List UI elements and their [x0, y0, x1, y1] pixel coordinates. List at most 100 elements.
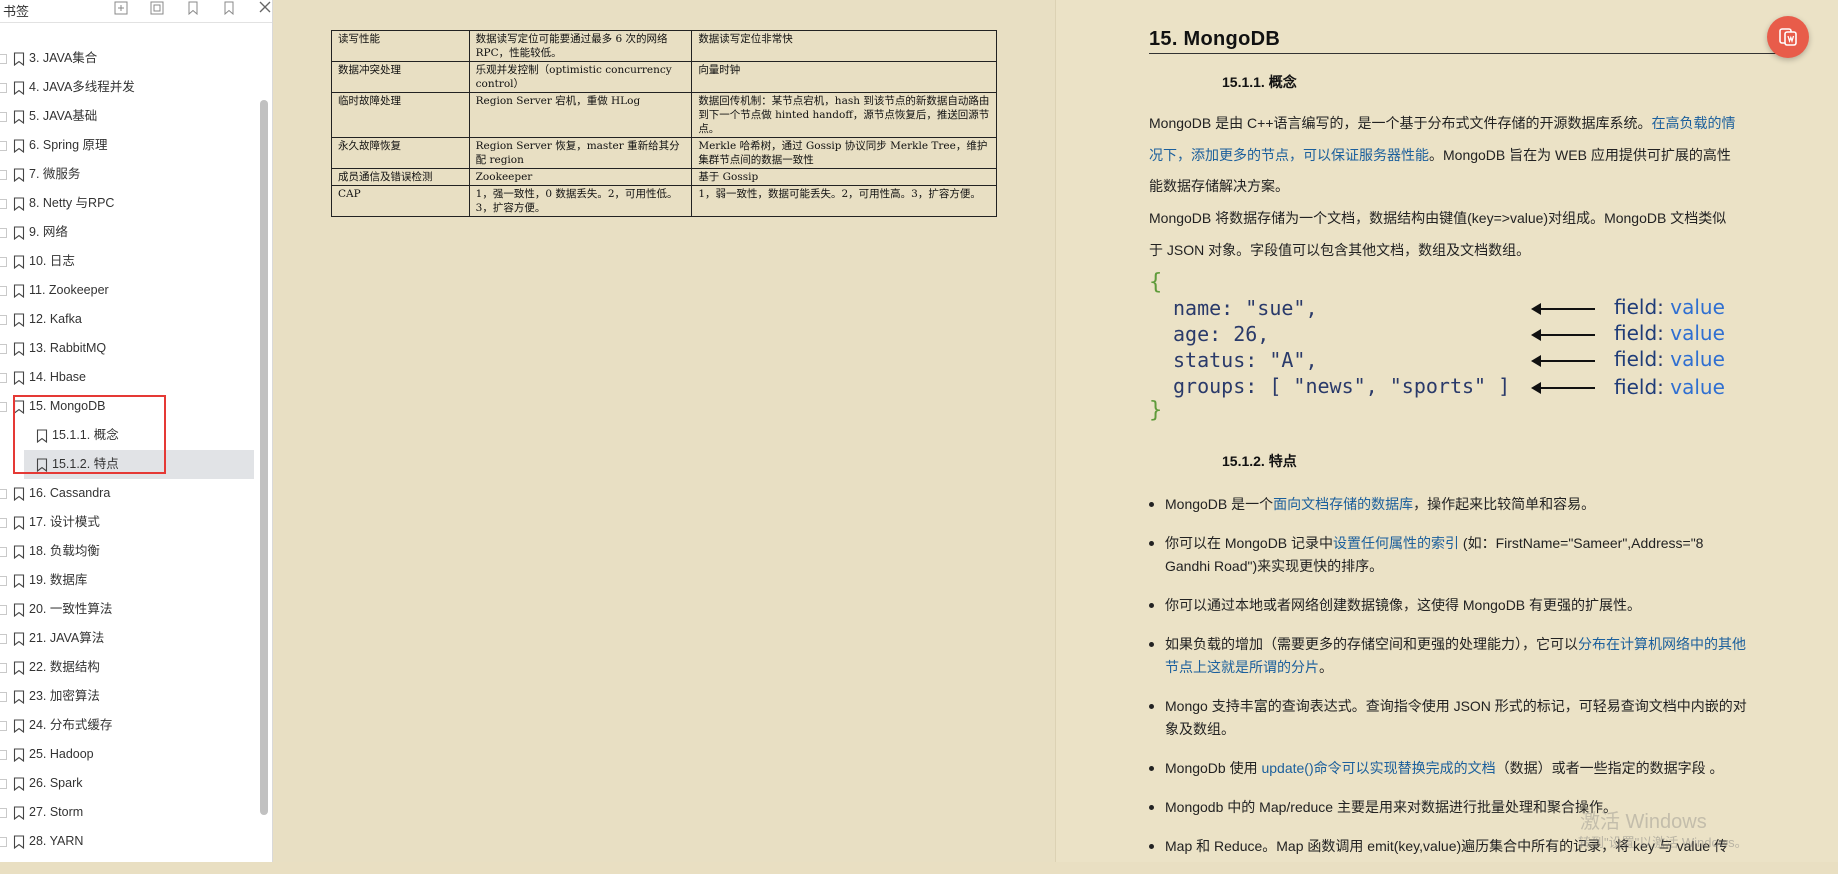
bookmark-item[interactable]: 18. 负载均衡 — [0, 537, 258, 566]
expand-toggle-icon[interactable] — [0, 169, 7, 180]
expand-toggle-icon[interactable] — [0, 372, 7, 383]
expand-toggle-icon[interactable] — [0, 836, 7, 847]
feature-link[interactable]: 设置任何属性的索引 — [1333, 535, 1459, 551]
bookmark-label: 13. RabbitMQ — [29, 341, 107, 355]
bookmark-item[interactable]: 3. JAVA集合 — [0, 44, 258, 73]
bookmark-item[interactable]: 9. 网络 — [0, 218, 258, 247]
bookmark-item[interactable]: 4. JAVA多线程并发 — [0, 73, 258, 102]
feature-link[interactable]: update()命令可以实现替换完成的文档 — [1261, 760, 1495, 776]
bookmark-item[interactable]: 10. 日志 — [0, 247, 258, 276]
bookmark-item[interactable]: 28. YARN — [0, 827, 258, 856]
bookmark-item-row[interactable]: 23. 加密算法 — [0, 682, 258, 711]
bookmark-item[interactable]: 14. Hbase — [0, 363, 258, 392]
bookmark-item[interactable]: 23. 加密算法 — [0, 682, 258, 711]
bookmark-item-row[interactable]: 15. MongoDB — [0, 392, 258, 421]
bookmark-item-row[interactable]: 27. Storm — [0, 798, 258, 827]
expand-toggle-icon[interactable] — [0, 227, 7, 238]
expand-toggle-icon[interactable] — [0, 401, 7, 412]
bookmark-item-row[interactable]: 14. Hbase — [0, 363, 258, 392]
bookmark-item-row[interactable]: 19. 数据库 — [0, 566, 258, 595]
expand-toggle-icon[interactable] — [0, 720, 7, 731]
expand-toggle-icon[interactable] — [0, 604, 7, 615]
bookmark-item-row[interactable]: 3. JAVA集合 — [0, 44, 258, 73]
translate-button[interactable] — [1767, 16, 1809, 58]
bookmark-item[interactable]: 26. Spark — [0, 769, 258, 798]
bookmark-item[interactable]: 6. Spring 原理 — [0, 131, 258, 160]
bookmark-item[interactable]: 11. Zookeeper — [0, 276, 258, 305]
bookmark-item-row[interactable]: 10. 日志 — [0, 247, 258, 276]
close-icon[interactable] — [252, 0, 272, 18]
expand-toggle-icon[interactable] — [0, 749, 7, 760]
bookmark-item[interactable]: 22. 数据结构 — [0, 653, 258, 682]
bookmark-item[interactable]: 19. 数据库 — [0, 566, 258, 595]
bookmark-item[interactable]: 20. 一致性算法 — [0, 595, 258, 624]
expand-toggle-icon[interactable] — [0, 343, 7, 354]
expand-toggle-icon[interactable] — [0, 575, 7, 586]
expand-toggle-icon[interactable] — [0, 517, 7, 528]
expand-toggle-icon[interactable] — [0, 691, 7, 702]
bookmark-item-row[interactable]: 28. YARN — [0, 827, 258, 856]
bookmark-item[interactable]: 25. Hadoop — [0, 740, 258, 769]
field-value-label: field: value — [1614, 375, 1725, 399]
bookmark-item[interactable]: 8. Netty 与RPC — [0, 189, 258, 218]
bookmark-item-row[interactable]: 16. Cassandra — [0, 479, 258, 508]
bookmark-label: 14. Hbase — [29, 370, 86, 384]
add-bookmark-icon[interactable] — [180, 0, 206, 18]
field-word: field — [1614, 295, 1658, 319]
bookmark-item[interactable]: 16. Cassandra — [0, 479, 258, 508]
feature-link[interactable]: 面向文档存储的数据库 — [1273, 496, 1413, 512]
bookmark-item[interactable]: 5. JAVA基础 — [0, 102, 258, 131]
bookmark-item-row[interactable]: 15.1.2. 特点 — [24, 450, 254, 479]
expand-toggle-icon[interactable] — [0, 53, 7, 64]
bookmark-item-row[interactable]: 9. 网络 — [0, 218, 258, 247]
bookmark-item-row[interactable]: 18. 负载均衡 — [0, 537, 258, 566]
bookmark-item-row[interactable]: 20. 一致性算法 — [0, 595, 258, 624]
bookmark-item-row[interactable]: 21. JAVA算法 — [0, 624, 258, 653]
bookmark-item-row[interactable]: 11. Zookeeper — [0, 276, 258, 305]
expand-toggle-icon[interactable] — [0, 256, 7, 267]
expand-toggle-icon[interactable] — [0, 546, 7, 557]
bookmark-item[interactable]: 15.1.1. 概念 — [0, 421, 258, 450]
sidebar-scrollbar-thumb[interactable] — [260, 100, 268, 815]
bookmark-item[interactable]: 12. Kafka — [0, 305, 258, 334]
expand-toggle-icon[interactable] — [0, 314, 7, 325]
bookmark-item-row[interactable]: 15.1.1. 概念 — [24, 421, 254, 450]
bookmark-item-row[interactable]: 12. Kafka — [0, 305, 258, 334]
bookmark-item-row[interactable]: 13. RabbitMQ — [0, 334, 258, 363]
field-word: field — [1614, 347, 1658, 371]
bookmark-item-row[interactable]: 4. JAVA多线程并发 — [0, 73, 258, 102]
bookmark-item-row[interactable]: 8. Netty 与RPC — [0, 189, 258, 218]
expand-toggle-icon[interactable] — [0, 662, 7, 673]
bookmark-item[interactable]: 24. 分布式缓存 — [0, 711, 258, 740]
bookmark-item-row[interactable]: 25. Hadoop — [0, 740, 258, 769]
bookmark-item[interactable]: 21. JAVA算法 — [0, 624, 258, 653]
bookmark-options-icon[interactable] — [216, 0, 242, 18]
expand-toggle-icon[interactable] — [0, 285, 7, 296]
expand-toggle-icon[interactable] — [0, 198, 7, 209]
expand-toggle-icon[interactable] — [0, 633, 7, 644]
bookmark-item[interactable]: 15.1.2. 特点 — [0, 450, 258, 479]
sidebar-scrollbar[interactable] — [260, 100, 268, 815]
bookmark-item-row[interactable]: 22. 数据结构 — [0, 653, 258, 682]
bookmark-item[interactable]: 15. MongoDB — [0, 392, 258, 421]
bookmark-item-row[interactable]: 26. Spark — [0, 769, 258, 798]
expand-toggle-icon[interactable] — [0, 140, 7, 151]
bookmark-item-row[interactable]: 24. 分布式缓存 — [0, 711, 258, 740]
bookmark-item[interactable]: 13. RabbitMQ — [0, 334, 258, 363]
table-row: 读写性能 数据读写定位可能要通过最多 6 次的网络 RPC，性能较低。 数据读写定位… — [331, 30, 997, 62]
expand-toggle-icon[interactable] — [0, 82, 7, 93]
expand-toggle-icon[interactable] — [0, 807, 7, 818]
bookmark-item[interactable]: 7. 微服务 — [0, 160, 258, 189]
bookmark-item-row[interactable]: 6. Spring 原理 — [0, 131, 258, 160]
expand-toggle-icon[interactable] — [0, 778, 7, 789]
expand-toggle-icon[interactable] — [0, 488, 7, 499]
expand-toggle-icon[interactable] — [0, 111, 7, 122]
bookmark-item-row[interactable]: 7. 微服务 — [0, 160, 258, 189]
bookmark-item[interactable]: 27. Storm — [0, 798, 258, 827]
bookmark-item-row[interactable]: 17. 设计模式 — [0, 508, 258, 537]
bookmark-item-row[interactable]: 5. JAVA基础 — [0, 102, 258, 131]
collapse-all-icon[interactable] — [144, 0, 170, 18]
expand-all-icon[interactable] — [108, 0, 134, 18]
bookmark-item[interactable]: 17. 设计模式 — [0, 508, 258, 537]
bookmark-label: 19. 数据库 — [29, 573, 88, 587]
